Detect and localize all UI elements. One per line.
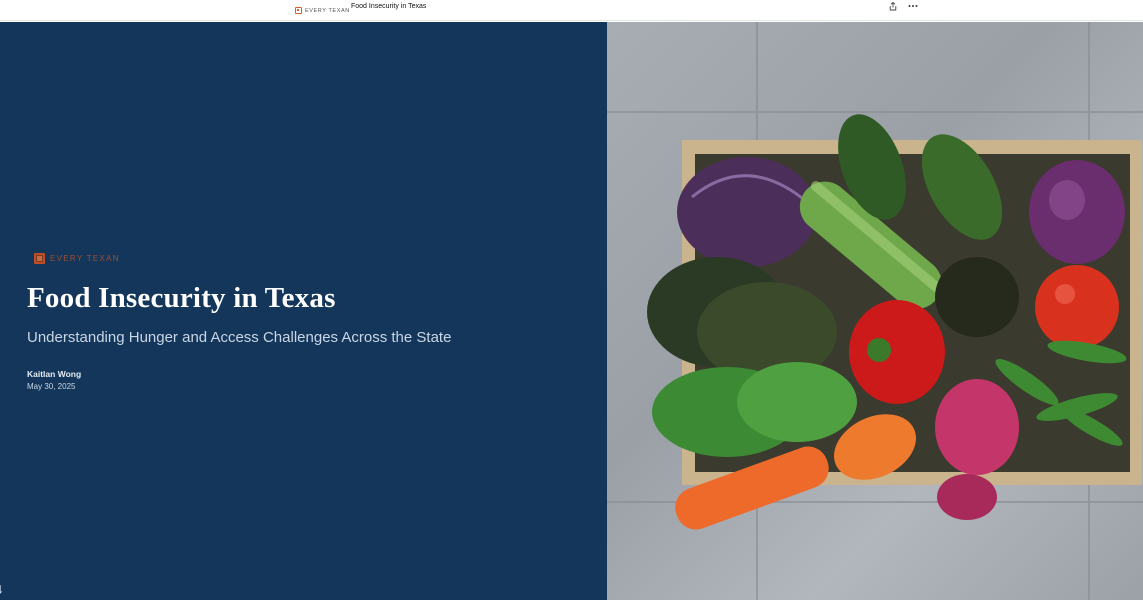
share-icon xyxy=(889,1,897,10)
more-options-button[interactable] xyxy=(906,0,920,12)
hero-panel: EVERY TEXAN Food Insecurity in Texas Und… xyxy=(0,22,607,600)
red-cabbage xyxy=(677,157,817,267)
top-bar: EVERY TEXAN Food Insecurity in Texas xyxy=(0,0,1143,21)
share-button[interactable] xyxy=(886,0,900,12)
vegetable-crate-illustration xyxy=(607,22,1143,600)
every-texan-logo-icon xyxy=(295,7,302,14)
every-texan-logo-icon xyxy=(34,253,45,264)
more-options-icon xyxy=(908,5,918,7)
hero-brand-text: EVERY TEXAN xyxy=(50,254,120,263)
avocado xyxy=(935,257,1019,337)
author-name: Kaitlan Wong xyxy=(27,369,82,379)
topbar-brand[interactable]: EVERY TEXAN xyxy=(295,0,350,21)
hero-brand: EVERY TEXAN xyxy=(34,253,120,264)
scroll-down-arrow-icon[interactable]: ↓ xyxy=(0,580,4,596)
topbar-brand-text: EVERY TEXAN xyxy=(305,7,350,14)
publish-date: May 30, 2025 xyxy=(27,382,76,391)
radish xyxy=(935,379,1019,475)
radish-small xyxy=(937,474,997,520)
page-subtitle: Understanding Hunger and Access Challeng… xyxy=(27,329,452,346)
vegetable-crate-image xyxy=(607,22,1143,600)
document-title: Food Insecurity in Texas xyxy=(351,3,427,10)
page-title: Food Insecurity in Texas xyxy=(27,282,336,314)
tomato xyxy=(1035,265,1119,349)
red-bell-pepper xyxy=(849,300,945,404)
